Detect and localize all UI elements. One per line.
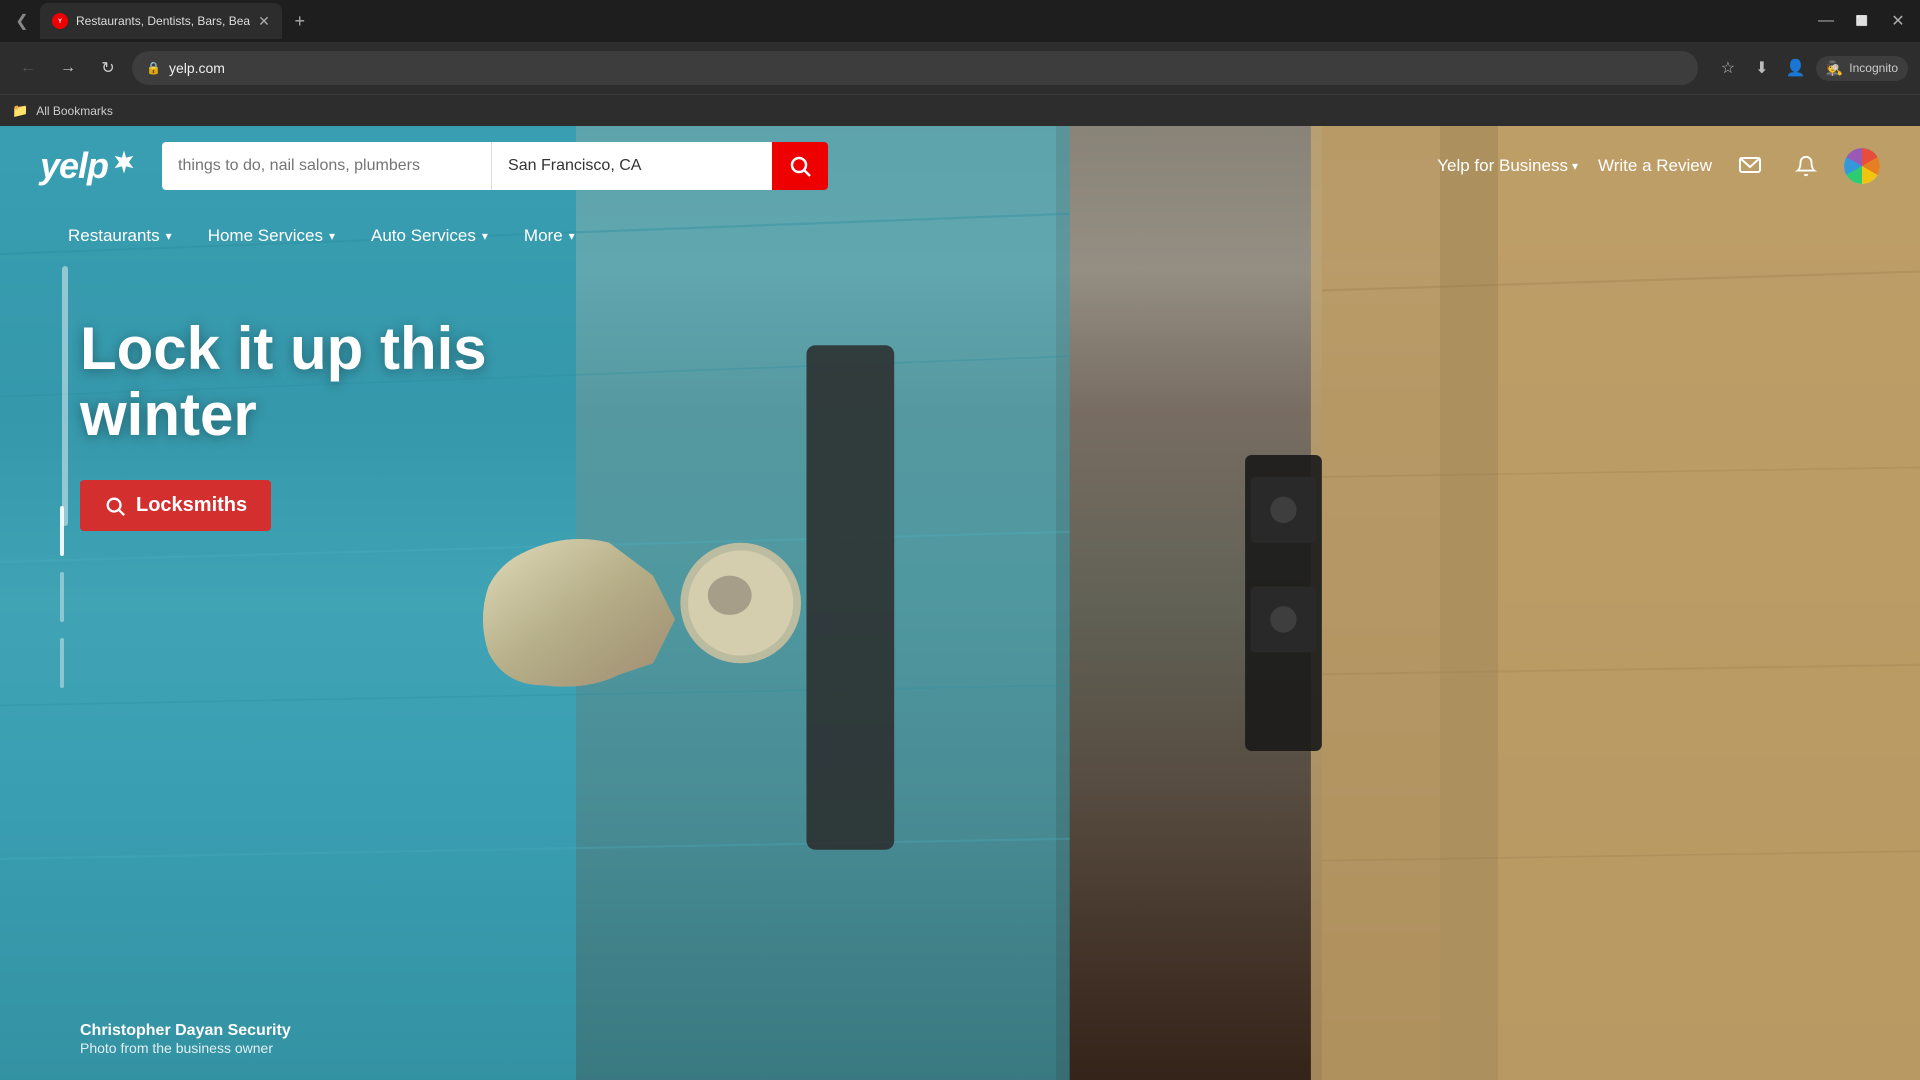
avatar-button[interactable] bbox=[1844, 148, 1880, 184]
browser-tab-bar: ❮ Y Restaurants, Dentists, Bars, Bea ✕ +… bbox=[0, 0, 1920, 42]
slide-indicators bbox=[60, 506, 64, 688]
url-text: yelp.com bbox=[169, 60, 1684, 76]
auto-services-chevron-icon: ▾ bbox=[482, 229, 488, 243]
yelp-header: yelp Yelp for Business ▾ Write a Review bbox=[0, 126, 1920, 206]
nav-auto-services[interactable]: Auto Services ▾ bbox=[353, 206, 506, 266]
incognito-badge[interactable]: 🕵 Incognito bbox=[1816, 56, 1908, 81]
close-window-button[interactable]: ✕ bbox=[1884, 7, 1912, 35]
header-right: Yelp for Business ▾ Write a Review bbox=[1437, 148, 1880, 184]
yelp-burst-icon bbox=[110, 148, 138, 176]
profile-icon[interactable]: 👤 bbox=[1782, 54, 1810, 82]
avatar-image bbox=[1844, 148, 1880, 184]
nav-right-icons: ☆ ⬇ 👤 🕵 Incognito bbox=[1714, 54, 1908, 82]
lock-icon: 🔒 bbox=[146, 61, 161, 75]
nav-restaurants[interactable]: Restaurants ▾ bbox=[50, 206, 190, 266]
yelp-site: yelp Yelp for Business ▾ Write a Review bbox=[0, 126, 1920, 1080]
svg-text:Y: Y bbox=[58, 19, 62, 25]
bookmark-star-icon[interactable]: ☆ bbox=[1714, 54, 1742, 82]
yelp-logo[interactable]: yelp bbox=[40, 145, 138, 187]
new-tab-button[interactable]: + bbox=[286, 7, 314, 35]
write-review-button[interactable]: Write a Review bbox=[1598, 156, 1712, 176]
search-button[interactable] bbox=[772, 142, 828, 190]
photo-credit-subtitle: Photo from the business owner bbox=[80, 1040, 291, 1056]
download-icon[interactable]: ⬇ bbox=[1748, 54, 1776, 82]
bookmarks-label[interactable]: All Bookmarks bbox=[36, 104, 113, 118]
tab-close-button[interactable]: ✕ bbox=[258, 14, 270, 28]
slide-dot-3[interactable] bbox=[60, 638, 64, 688]
tab-list-chevron[interactable]: ❮ bbox=[8, 7, 36, 35]
restaurants-chevron-icon: ▾ bbox=[166, 229, 172, 243]
browser-nav-bar: ← → ↻ 🔒 yelp.com ☆ ⬇ 👤 🕵 Incognito bbox=[0, 42, 1920, 94]
search-find-input[interactable] bbox=[162, 142, 492, 190]
more-chevron-icon: ▾ bbox=[569, 229, 575, 243]
notifications-icon[interactable] bbox=[1788, 148, 1824, 184]
locksmiths-search-icon bbox=[104, 495, 126, 517]
bookmarks-folder-icon: 📁 bbox=[12, 103, 28, 119]
hero-title: Lock it up this winter bbox=[80, 316, 580, 448]
reload-button[interactable]: ↻ bbox=[92, 52, 124, 84]
yelp-logo-text: yelp bbox=[40, 145, 108, 187]
maximize-button[interactable]: ⬜ bbox=[1848, 7, 1876, 35]
yelp-for-business-button[interactable]: Yelp for Business ▾ bbox=[1437, 156, 1578, 176]
messages-icon[interactable] bbox=[1732, 148, 1768, 184]
search-icon bbox=[788, 154, 812, 178]
bookmarks-bar: 📁 All Bookmarks bbox=[0, 94, 1920, 126]
back-button[interactable]: ← bbox=[12, 52, 44, 84]
window-controls: — ⬜ ✕ bbox=[1812, 7, 1912, 35]
nav-home-services[interactable]: Home Services ▾ bbox=[190, 206, 353, 266]
incognito-label: Incognito bbox=[1849, 61, 1898, 75]
home-services-chevron-icon: ▾ bbox=[329, 229, 335, 243]
nav-more[interactable]: More ▾ bbox=[506, 206, 593, 266]
photo-credit-name: Christopher Dayan Security bbox=[80, 1022, 291, 1040]
search-form bbox=[162, 142, 828, 190]
slide-dot-2[interactable] bbox=[60, 572, 64, 622]
hero-accent-bar bbox=[62, 266, 68, 526]
tab-title: Restaurants, Dentists, Bars, Bea bbox=[76, 14, 250, 28]
chevron-down-icon: ▾ bbox=[1572, 159, 1578, 173]
photo-credit: Christopher Dayan Security Photo from th… bbox=[80, 1022, 291, 1056]
yelp-nav: Restaurants ▾ Home Services ▾ Auto Servi… bbox=[0, 206, 1920, 266]
active-tab[interactable]: Y Restaurants, Dentists, Bars, Bea ✕ bbox=[40, 3, 282, 39]
address-bar[interactable]: 🔒 yelp.com bbox=[132, 51, 1698, 85]
locksmiths-button[interactable]: Locksmiths bbox=[80, 480, 271, 531]
incognito-icon: 🕵 bbox=[1826, 60, 1843, 77]
minimize-button[interactable]: — bbox=[1812, 7, 1840, 35]
search-location-input[interactable] bbox=[492, 142, 772, 190]
tab-favicon: Y bbox=[52, 13, 68, 29]
forward-button[interactable]: → bbox=[52, 52, 84, 84]
